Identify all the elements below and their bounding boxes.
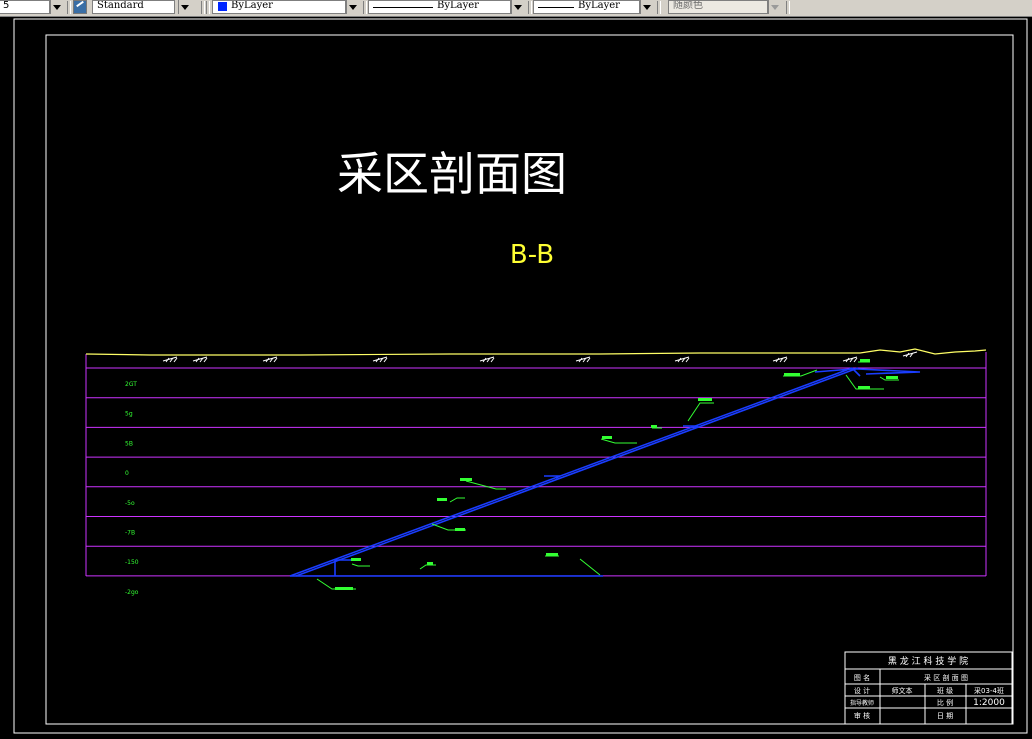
drawing-name-label: 图 名 [854, 673, 870, 682]
annotation-bottom-roadway [419, 564, 436, 570]
ground-surface-line [85, 348, 987, 356]
roadway-layout [289, 367, 921, 577]
title-block: 黑 龙 江 科 技 学 院 图 名 采 区 剖 面 图 设 计 师文本 班 级 … [844, 651, 1013, 725]
class-label: 班 级 [937, 686, 953, 695]
drawing-frame [45, 34, 1014, 725]
inclined-shaft-lower [295, 367, 859, 577]
elevation-label: 2GT [125, 381, 137, 388]
lineweight-dropdown-arrow-icon[interactable] [640, 0, 653, 14]
top-roadway [814, 368, 921, 375]
toolbar-separator [786, 1, 790, 14]
annotation-mid-right [600, 438, 637, 444]
annotation-bottom-station [351, 563, 370, 567]
elevation-label: 5B [125, 440, 133, 447]
linetype-sample-icon [373, 7, 433, 8]
text-style-icon[interactable] [73, 0, 87, 14]
plot-style-value: 随颜色 [673, 0, 703, 11]
toolbar-separator [206, 1, 210, 14]
roadway-annotations [316, 361, 899, 590]
reviewer-label: 审 核 [854, 711, 870, 720]
layer-combo[interactable]: 5 [0, 0, 50, 14]
linetype-combo[interactable]: ByLayer [368, 0, 511, 14]
drawing-canvas[interactable]: 采区剖面图 B-B 2GT 5g 5B 0 -5o -7B -150 -2go 黑 龙 江 科… [0, 16, 1032, 739]
elevation-label: -150 [125, 559, 139, 566]
text-style-value: Standard [97, 0, 144, 11]
text-style-combo[interactable]: Standard [92, 0, 175, 14]
toolbar-separator [657, 1, 661, 14]
toolbar-separator [201, 1, 205, 14]
properties-toolbar: 5 Standard ByLayer ByLayer ByLayer 随颜色 [0, 0, 1032, 17]
elevation-label: -7B [125, 530, 135, 537]
text-style-dropdown-arrow-icon[interactable] [178, 0, 191, 14]
middle-station [544, 475, 561, 479]
color-combo[interactable]: ByLayer [212, 0, 346, 14]
scale-label: 比 例 [937, 698, 953, 707]
lineweight-combo[interactable]: ByLayer [533, 0, 640, 14]
toolbar-separator [528, 1, 532, 14]
section-label: B-B [510, 240, 554, 270]
elevation-label: -5o [125, 500, 135, 507]
designer-label: 设 计 [854, 686, 870, 695]
layer-combo-value: 5 [3, 0, 10, 11]
elevation-label: -2go [125, 589, 139, 596]
designer-value: 师文本 [892, 686, 913, 695]
inclined-shaft-upper [289, 367, 853, 577]
plot-style-dropdown-arrow-icon [768, 0, 781, 14]
toolbar-separator [67, 1, 71, 14]
drawing-name-value: 采 区 剖 面 图 [924, 673, 968, 682]
annotation-upper-station [687, 402, 714, 422]
class-value: 采03-4班 [974, 686, 1004, 695]
linetype-dropdown-arrow-icon[interactable] [511, 0, 524, 14]
layer-dropdown-arrow-icon[interactable] [50, 0, 63, 14]
scale-value: 1:2000 [973, 698, 1005, 708]
drawing-title: 采区剖面图 [337, 147, 567, 201]
lineweight-sample-icon [538, 7, 574, 8]
date-label: 日 期 [937, 712, 953, 720]
paper-boundary [13, 18, 1028, 734]
section-profile: 2GT 5g 5B 0 -5o -7B -150 -2go [85, 348, 987, 596]
annotation-lower-left [449, 497, 465, 503]
lineweight-value: ByLayer [578, 0, 620, 11]
annotation-mid-shaft [465, 480, 506, 490]
color-swatch-icon [218, 2, 227, 11]
elevation-label: 0 [125, 470, 129, 477]
elevation-label: 5g [125, 411, 133, 418]
linetype-value: ByLayer [437, 0, 479, 11]
color-dropdown-arrow-icon[interactable] [346, 0, 359, 14]
plot-style-combo[interactable]: 随颜色 [668, 0, 768, 14]
annotation-text-blocks [335, 359, 898, 590]
annotation-bottom-end [579, 558, 601, 576]
color-value: ByLayer [231, 0, 273, 11]
toolbar-separator [363, 1, 367, 14]
school-name: 黑 龙 江 科 技 学 院 [888, 655, 968, 667]
advisor-label: 指导教师 [850, 699, 874, 707]
